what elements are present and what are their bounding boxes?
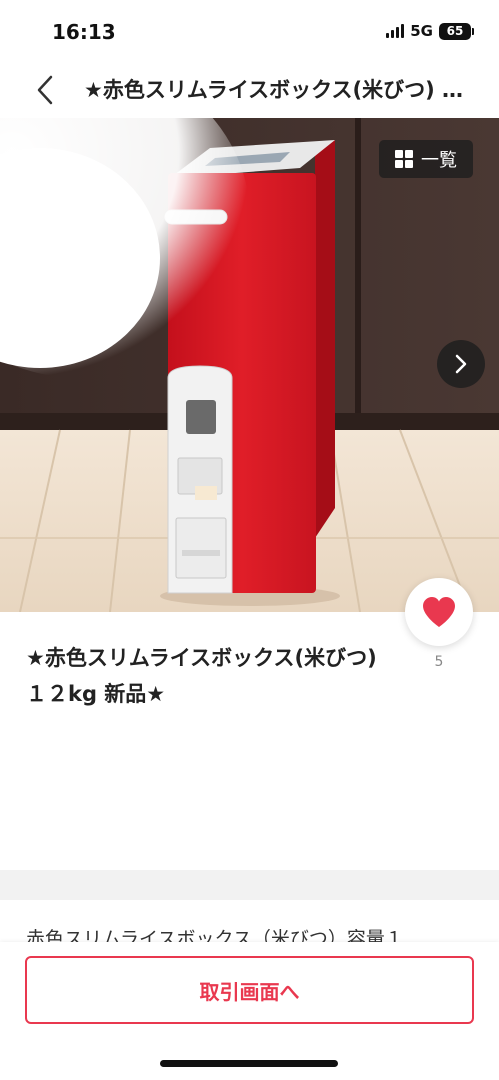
heart-icon [423,597,455,627]
like-button[interactable] [405,578,473,646]
back-button[interactable] [30,70,60,110]
rice-box-photo [0,118,499,612]
next-image-button[interactable] [437,340,485,388]
bottom-action-bar: 取引画面へ [0,942,499,1080]
gallery-list-button[interactable]: 一覧 [379,140,473,178]
chevron-left-icon [37,75,53,105]
product-image[interactable]: 一覧 [0,118,499,612]
battery-icon: 65 [439,22,474,40]
signal-icon [386,24,405,38]
nav-bar: ★赤色スリムライスボックス(米びつ) １２kg 新品★ [0,62,499,118]
go-to-trade-button[interactable]: 取引画面へ [25,956,474,1024]
item-title: ★赤色スリムライスボックス(米びつ) １２kg 新品★ [26,646,377,706]
section-divider [0,870,499,900]
gallery-list-label: 一覧 [421,150,457,171]
status-bar: 16:13 5G 65 [0,0,499,62]
page-title: ★赤色スリムライスボックス(米びつ) １２kg 新品★ [84,78,469,102]
network-type: 5G [410,22,433,40]
chevron-right-icon [455,354,467,374]
home-indicator [160,1060,338,1067]
like-count: 5 [434,654,444,670]
status-indicators: 5G 65 [386,22,474,40]
grid-icon [395,150,413,168]
status-time: 16:13 [52,20,116,44]
